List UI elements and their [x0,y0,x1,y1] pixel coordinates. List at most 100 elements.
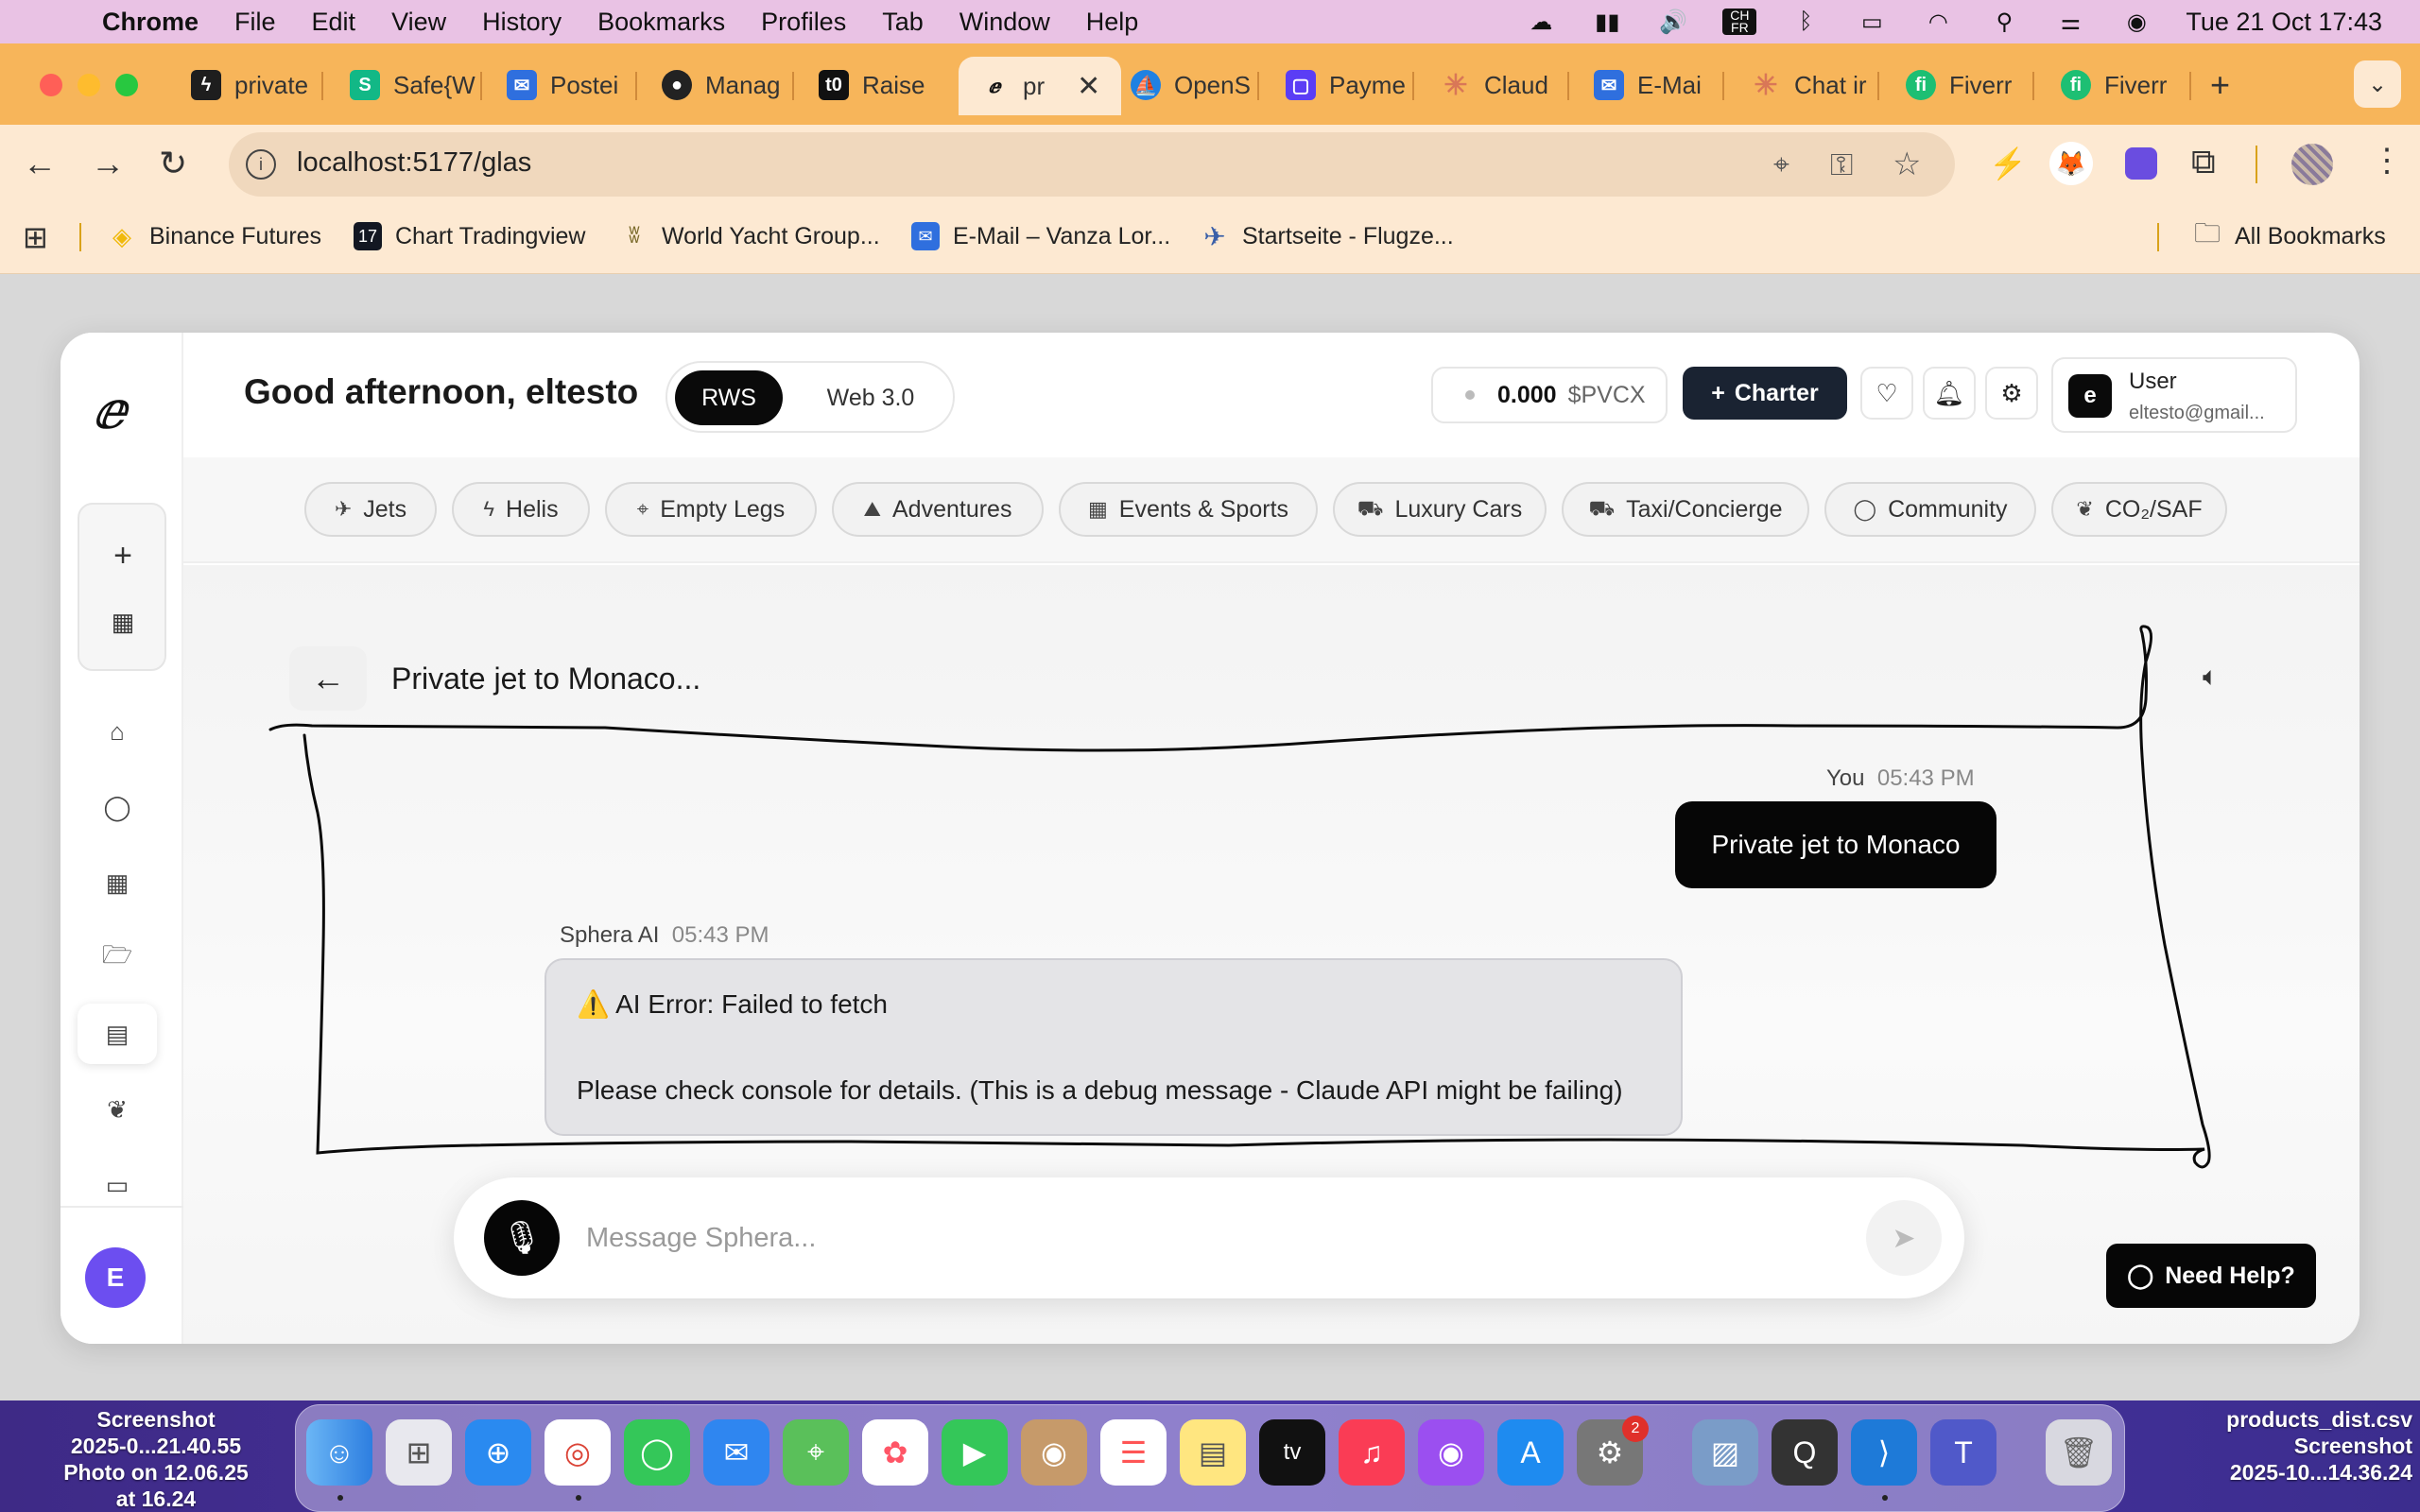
tab-safe[interactable]: S Safe{W [350,64,475,106]
brand-logo[interactable]: ⅇ [93,380,127,441]
metamask-icon[interactable]: 🦊 [2049,142,2093,185]
tab-email[interactable]: ✉ E-Mai [1594,64,1702,106]
bookmark-flugze[interactable]: ✈ Startseite - Flugze... [1201,219,1453,253]
menu-app-name[interactable]: Chrome [102,8,199,37]
photos-icon[interactable]: ✿ [862,1419,928,1486]
tab-claude[interactable]: ✳ Claud [1441,64,1548,106]
menu-view[interactable]: View [391,8,446,37]
volume-icon[interactable]: 🔊 [1656,9,1690,35]
tab-search-chevron-icon[interactable]: ⌄ [2354,60,2401,108]
location-icon[interactable]: ⌖ [1773,149,1789,181]
calendar-nav-icon[interactable]: ▦ [78,852,157,913]
tab-sphera-active[interactable]: ⅇ pr ✕ [959,57,1122,115]
need-help-button[interactable]: ◯ Need Help? [2106,1244,2316,1308]
all-bookmarks[interactable]: 🗀 All Bookmarks [2193,218,2386,253]
profile-avatar-icon[interactable] [2291,144,2333,185]
contacts-icon[interactable]: ◉ [1021,1419,1087,1486]
url-text[interactable]: localhost:5177/glas [297,147,531,179]
minimize-window-button[interactable] [78,74,100,96]
menu-tab[interactable]: Tab [882,8,924,37]
category-empty-legs[interactable]: ⌖ Empty Legs [605,482,817,537]
category-events-sports[interactable]: ▦ Events & Sports [1059,482,1318,537]
toggle-rws[interactable]: RWS [675,370,783,425]
bluetooth-icon[interactable]: ᛒ [1789,9,1823,35]
launchpad-icon[interactable]: ⊞ [386,1419,452,1486]
tab-github[interactable]: ● Manag [662,64,781,106]
vscode-icon[interactable]: ⟩ [1851,1419,1917,1486]
menu-profiles[interactable]: Profiles [761,8,846,37]
notifications-bell-icon[interactable]: 🔔︎ [1923,367,1976,420]
user-menu[interactable]: e User eltesto@gmail... [2051,357,2297,433]
back-icon[interactable]: ← [23,144,57,183]
trash-icon[interactable]: 🗑 [2046,1419,2112,1486]
extension-purple-icon[interactable] [2125,147,2157,180]
user-icon[interactable]: ◯ [78,777,157,837]
message-input[interactable] [586,1210,1815,1266]
zoom-window-button[interactable] [115,74,138,96]
user-avatar[interactable]: E [85,1247,146,1308]
menu-window[interactable]: Window [959,8,1050,37]
desktop-file-right[interactable]: products_dist.csv Screenshot 2025-10...1… [2167,1406,2412,1486]
battery-icon[interactable]: ▭ [1855,9,1889,35]
menu-file[interactable]: File [234,8,276,37]
back-arrow-icon[interactable]: ← [289,646,367,711]
podcasts-icon[interactable]: ◉ [1418,1419,1484,1486]
tab-postei[interactable]: ✉ Postei [507,64,618,106]
quicktime-icon[interactable]: Q [1772,1419,1838,1486]
category-taxi-concierge[interactable]: ⛟ Taxi/Concierge [1562,482,1809,537]
building-icon[interactable]: ▤ [78,1004,157,1064]
send-icon[interactable]: ➤ [1866,1200,1942,1276]
leaf-icon[interactable]: ❦ [78,1079,157,1140]
preview-icon[interactable]: ▨ [1692,1419,1758,1486]
calendar-icon[interactable]: ▦ [93,592,153,652]
creative-cloud-icon[interactable]: ☁ [1524,9,1558,35]
tab-fiverr-2[interactable]: fi Fiverr [2061,64,2167,106]
charter-button[interactable]: + Charter [1683,367,1847,420]
home-icon[interactable]: ⌂ [78,701,157,762]
battery-meter-icon[interactable]: ▮▮ [1590,9,1624,35]
microphone-icon[interactable]: 🎙︎ [484,1200,560,1276]
reload-icon[interactable]: ↻ [159,144,187,183]
bookmark-star-icon[interactable]: ☆ [1893,146,1921,183]
folder-open-icon[interactable]: 🗁 [78,928,157,988]
teams-icon[interactable]: T [1930,1419,1996,1486]
apple-tv-icon[interactable]: tv [1259,1419,1325,1486]
category-community[interactable]: ◯ Community [1824,482,2036,537]
finder-icon[interactable]: ☺ [306,1419,372,1486]
category-adventures[interactable]: ⛰ Adventures [832,482,1044,537]
toggle-web3[interactable]: Web 3.0 [800,370,942,425]
bookmark-tradingview[interactable]: 17 Chart Tradingview [354,219,585,253]
favorites-heart-icon[interactable]: ♡ [1860,367,1913,420]
tab-fiverr-1[interactable]: fi Fiverr [1906,64,2012,106]
tab-payment[interactable]: ▢ Payme [1286,64,1406,106]
bookmark-email[interactable]: ✉ E-Mail – Vanza Lor... [911,219,1170,253]
tab-raise[interactable]: t0 Raise [819,64,925,106]
menu-help[interactable]: Help [1086,8,1139,37]
apps-grid-icon[interactable]: ⊞ [23,219,48,255]
tab-close-icon[interactable]: ✕ [1077,70,1100,103]
kebab-menu-icon[interactable]: ⋮ [2371,142,2403,180]
maps-icon[interactable]: ⌖ [783,1419,849,1486]
tab-private[interactable]: ϟ private [191,64,308,106]
token-balance[interactable]: 0.000 $PVCX [1431,367,1668,423]
spotlight-icon[interactable]: ⚲ [1987,9,2021,35]
desktop-file-screenshot-left[interactable]: Screenshot 2025-0...21.40.55 Photo on 12… [38,1406,274,1512]
bookmark-binance[interactable]: ◈ Binance Futures [108,219,321,253]
category-co2-saf[interactable]: ❦ CO₂/SAF [2051,482,2227,537]
category-jets[interactable]: ✈ Jets [304,482,437,537]
music-icon[interactable]: ♫ [1339,1419,1405,1486]
app-store-icon[interactable]: A [1497,1419,1564,1486]
settings-gear-icon[interactable]: ⚙ [1985,367,2038,420]
facetime-icon[interactable]: ▶ [942,1419,1008,1486]
mail-icon[interactable]: ✉ [703,1419,769,1486]
category-helis[interactable]: ϟ Helis [452,482,590,537]
menubar-datetime[interactable]: Tue 21 Oct 17:43 [2186,8,2382,37]
speaker-icon[interactable]: 🔈︎ [2203,662,2219,693]
siri-icon[interactable]: ◉ [2119,9,2153,35]
input-source-icon[interactable]: CH FR [1722,9,1757,35]
close-window-button[interactable] [40,74,62,96]
extension-icon[interactable]: ⚡ [1989,146,2027,181]
tab-opensea[interactable]: ⛵ OpenS [1131,64,1251,106]
key-icon[interactable]: ⚿ [1830,147,1853,183]
notes-icon[interactable]: ▤ [1180,1419,1246,1486]
